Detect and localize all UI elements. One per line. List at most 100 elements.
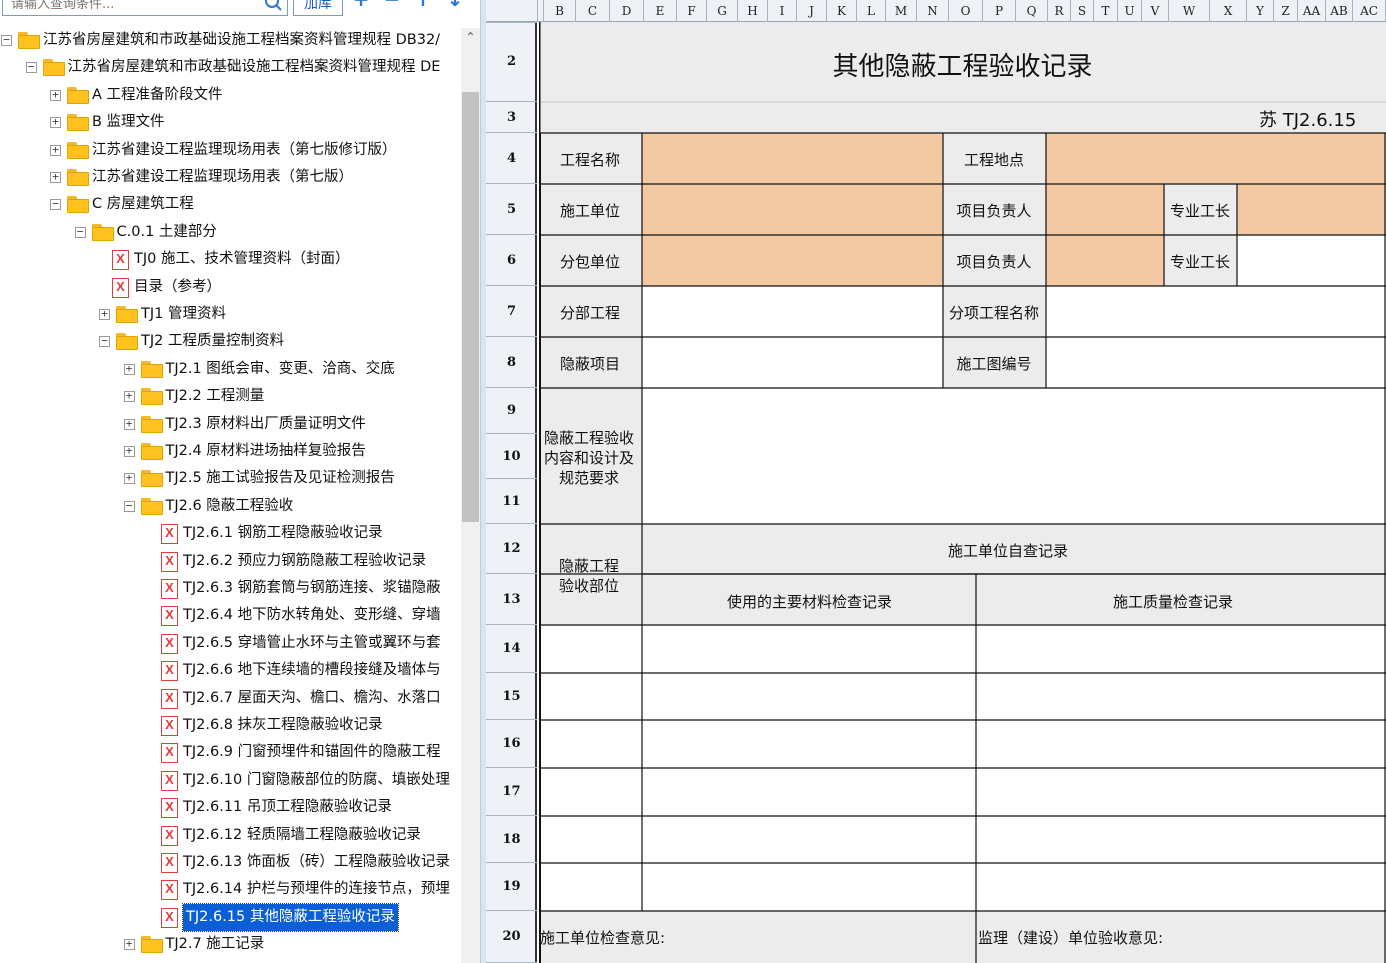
tree-folder-item[interactable]: − 江苏省房屋建筑和市政基础设施工程档案资料管理规程 DB32/ <box>0 27 460 54</box>
row-header[interactable]: 2 <box>486 22 537 102</box>
column-header[interactable]: F <box>677 0 707 22</box>
tree-file-item[interactable]: X TJ0 施工、技术管理资料（封面） <box>0 246 460 273</box>
move-down-icon[interactable]: ↓ <box>443 0 467 10</box>
subcontractor-input[interactable] <box>642 235 943 286</box>
expand-icon[interactable]: + <box>123 418 135 430</box>
tree-file-item[interactable]: X TJ2.6.10 门窗隐蔽部位的防腐、填嵌处理 <box>0 767 460 794</box>
row-header[interactable]: 14 <box>486 625 537 673</box>
material-check-cell[interactable] <box>642 625 976 673</box>
column-header[interactable]: O <box>949 0 983 22</box>
tree-folder-item[interactable]: + TJ2.7 施工记录 <box>0 931 460 958</box>
material-check-cell[interactable] <box>642 673 976 720</box>
column-header[interactable]: N <box>917 0 949 22</box>
form-input-cell[interactable] <box>539 816 642 863</box>
tree-file-item[interactable]: X TJ2.6.1 钢筋工程隐蔽验收记录 <box>0 520 460 547</box>
row-header[interactable]: 13 <box>486 574 537 625</box>
project-name-input[interactable] <box>642 133 943 184</box>
row-header[interactable]: 7 <box>486 286 537 337</box>
tree-folder-item[interactable]: + TJ1 管理资料 <box>0 301 460 328</box>
search-input[interactable] <box>2 0 288 16</box>
search-icon[interactable] <box>262 0 284 14</box>
column-header[interactable]: Z <box>1274 0 1298 22</box>
tree-file-item[interactable]: X TJ2.6.2 预应力钢筋隐蔽工程验收记录 <box>0 548 460 575</box>
quality-check-cell[interactable] <box>976 816 1386 863</box>
column-header[interactable]: W <box>1169 0 1210 22</box>
scroll-up-icon[interactable]: ⌃ <box>463 30 478 44</box>
construction-unit-input[interactable] <box>642 184 943 235</box>
form-input-cell[interactable] <box>1046 286 1386 337</box>
column-header[interactable]: Q <box>1016 0 1048 22</box>
expand-icon[interactable]: + <box>50 89 61 101</box>
expand-icon[interactable]: + <box>99 308 110 320</box>
quality-check-cell[interactable] <box>976 768 1386 816</box>
tree-folder-item[interactable]: − TJ2.6 隐蔽工程验收 <box>0 493 460 520</box>
column-header[interactable]: AB <box>1326 0 1353 22</box>
form-input-cell[interactable] <box>642 337 943 388</box>
row-header[interactable]: 3 <box>486 102 537 133</box>
row-header[interactable]: 6 <box>486 235 537 286</box>
column-header[interactable]: V <box>1142 0 1169 22</box>
column-header[interactable]: T <box>1094 0 1118 22</box>
tree-file-item[interactable]: X TJ2.6.5 穿墙管止水环与主管或翼环与套 <box>0 630 460 657</box>
row-header[interactable]: 20 <box>486 911 537 963</box>
expand-icon[interactable]: + <box>50 144 61 156</box>
form-input-cell[interactable] <box>642 286 943 337</box>
tree-file-item[interactable]: X TJ2.6.3 钢筋套筒与钢筋连接、浆锚隐蔽 <box>0 575 460 602</box>
form-input-cell[interactable] <box>1046 337 1386 388</box>
tree-scrollbar-thumb[interactable] <box>462 92 479 522</box>
material-check-cell[interactable] <box>642 863 976 911</box>
tree-folder-item[interactable]: + 江苏省建设工程监理现场用表（第七版修订版） <box>0 137 460 164</box>
row-header[interactable]: 16 <box>486 720 537 768</box>
collapse-icon[interactable]: − <box>74 226 86 238</box>
expand-icon[interactable]: + <box>50 116 61 129</box>
form-input-cell[interactable] <box>539 768 642 816</box>
tree-folder-item[interactable]: + A 工程准备阶段文件 <box>0 82 460 109</box>
tree-folder-item[interactable]: + B 监理文件 <box>0 109 460 136</box>
column-header[interactable]: G <box>707 0 738 22</box>
row-header[interactable]: 19 <box>486 863 537 911</box>
column-header[interactable]: J <box>797 0 827 22</box>
tree-file-item[interactable]: X TJ2.6.7 屋面天沟、檐口、檐沟、水落口 <box>0 685 460 712</box>
form-input-cell[interactable] <box>539 673 642 720</box>
row-header[interactable]: 12 <box>486 524 537 574</box>
foreman-1-input[interactable] <box>1237 184 1386 235</box>
collapse-icon[interactable]: − <box>25 61 37 74</box>
row-header[interactable]: 18 <box>486 816 537 863</box>
quality-check-cell[interactable] <box>976 625 1386 673</box>
quality-check-cell[interactable] <box>976 673 1386 720</box>
foreman-2-input[interactable] <box>1237 235 1386 286</box>
column-header[interactable]: K <box>827 0 857 22</box>
tree-file-item[interactable]: X TJ2.6.9 门窗预埋件和锚固件的隐蔽工程 <box>0 739 460 766</box>
material-check-cell[interactable] <box>642 816 976 863</box>
form-input-cell[interactable] <box>539 625 642 673</box>
tree-file-item[interactable]: X TJ2.6.12 轻质隔墙工程隐蔽验收记录 <box>0 822 460 849</box>
collapse-icon[interactable]: − <box>99 335 110 348</box>
collapse-icon[interactable]: − <box>1 34 12 46</box>
tree-folder-item[interactable]: − 江苏省房屋建筑和市政基础设施工程档案资料管理规程 DE <box>0 54 460 81</box>
add-icon[interactable]: + <box>349 0 373 10</box>
row-header[interactable]: 10 <box>486 434 537 479</box>
tree-folder-item[interactable]: + TJ2.2 工程测量 <box>0 383 460 410</box>
material-check-cell[interactable] <box>642 768 976 816</box>
tree-file-item[interactable]: X TJ2.6.11 吊顶工程隐蔽验收记录 <box>0 794 460 821</box>
collapse-icon[interactable]: − <box>123 500 135 512</box>
column-header[interactable]: U <box>1118 0 1142 22</box>
column-header[interactable]: E <box>644 0 677 22</box>
tree-file-item[interactable]: X TJ2.6.15 其他隐蔽工程验收记录 <box>0 902 460 932</box>
expand-icon[interactable]: + <box>123 390 135 403</box>
column-header[interactable]: X <box>1210 0 1247 22</box>
row-header[interactable]: 17 <box>486 768 537 816</box>
column-header[interactable]: D <box>610 0 644 22</box>
material-check-cell[interactable] <box>642 720 976 768</box>
project-manager-1-input[interactable] <box>1046 184 1164 235</box>
column-header[interactable]: R <box>1048 0 1071 22</box>
project-location-input[interactable] <box>1046 133 1386 184</box>
form-input-cell[interactable] <box>539 720 642 768</box>
tree-folder-item[interactable]: + TJ2.5 施工试验报告及见证检测报告 <box>0 465 460 492</box>
move-up-icon[interactable]: ↑ <box>411 0 435 10</box>
column-header[interactable]: Y <box>1247 0 1274 22</box>
row-header[interactable]: 8 <box>486 337 537 388</box>
tree-file-item[interactable]: X TJ2.6.8 抹灰工程隐蔽验收记录 <box>0 712 460 739</box>
tree-folder-item[interactable]: + TJ2.4 原材料进场抽样复验报告 <box>0 438 460 465</box>
load-library-button[interactable]: 加库 <box>293 0 343 16</box>
